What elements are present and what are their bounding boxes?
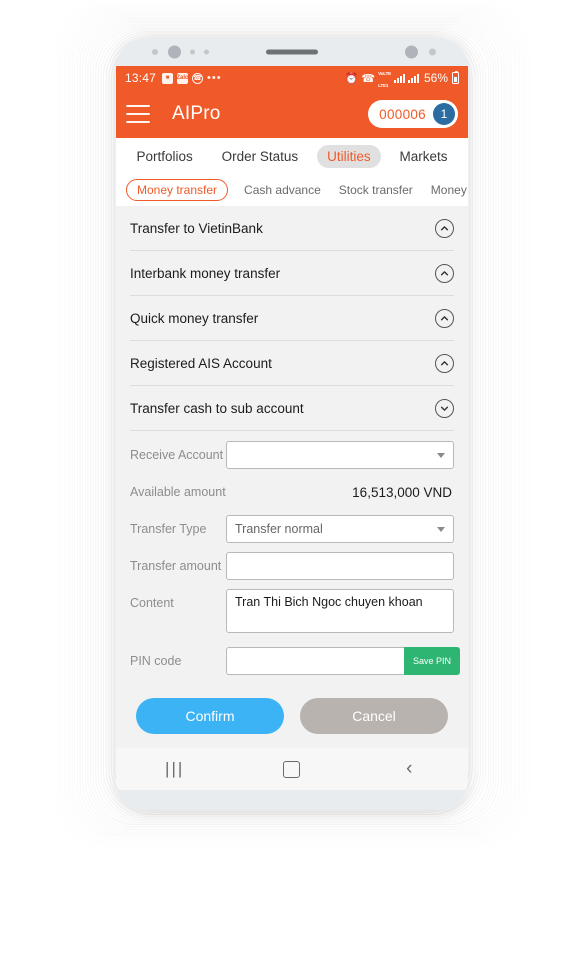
status-time: 13:47 xyxy=(125,71,157,85)
phone-screen: 13:47 ■ Zalo ☎ ••• ⏰ ☎ VoLTE LTE1 56% AI… xyxy=(116,66,468,790)
receive-account-select[interactable] xyxy=(226,441,454,469)
subtab-cash-advance[interactable]: Cash advance xyxy=(242,180,323,200)
available-amount-label: Available amount xyxy=(130,485,226,499)
signal-icon xyxy=(393,73,405,83)
transfer-amount-label: Transfer amount xyxy=(130,559,222,573)
subtab-stock-transfer[interactable]: Stock transfer xyxy=(337,180,415,200)
form-row-content: Content xyxy=(130,589,454,638)
account-count-badge: 1 xyxy=(433,103,455,125)
screen-body: Transfer to VietinBank Interbank money tr… xyxy=(116,206,468,748)
phone-device-frame: 13:47 ■ Zalo ☎ ••• ⏰ ☎ VoLTE LTE1 56% AI… xyxy=(116,38,468,810)
save-pin-button[interactable]: Save PIN xyxy=(404,647,461,675)
sensor-dot-icon xyxy=(190,49,195,55)
tab-utilities[interactable]: Utilities xyxy=(317,144,381,168)
transfer-type-select[interactable]: Transfer normal xyxy=(226,515,454,543)
sensor-dot-icon xyxy=(204,49,209,55)
android-navigation-bar: ||| ‹ xyxy=(116,748,468,790)
form-row-transfer-type: Transfer Type Transfer normal xyxy=(130,515,454,543)
status-notification-icons: ■ Zalo ☎ ••• xyxy=(162,72,222,84)
available-amount-value: 16,513,000 VND xyxy=(352,484,452,500)
transfer-options-accordion: Transfer to VietinBank Interbank money tr… xyxy=(116,206,468,431)
chevron-down-icon xyxy=(437,452,445,458)
home-square-icon xyxy=(283,760,301,778)
account-selector-badge[interactable]: 000006 1 xyxy=(368,100,458,128)
transfer-type-value: Transfer normal xyxy=(235,522,323,536)
sub-tab-bar: Money transfer Cash advance Stock transfer… xyxy=(116,174,468,206)
chevron-up-icon[interactable] xyxy=(435,263,454,283)
pin-code-label: PIN code xyxy=(130,654,182,668)
volte-icon: VoLTE LTE1 xyxy=(378,66,391,90)
home-button[interactable] xyxy=(269,754,315,784)
status-system-icons: ⏰ ☎ VoLTE LTE1 56% xyxy=(345,66,459,90)
app-title: AIPro xyxy=(172,103,221,124)
form-row-receive-account: Receive Account xyxy=(130,441,454,469)
cancel-button[interactable]: Cancel xyxy=(300,698,448,734)
form-row-transfer-amount: Transfer amount xyxy=(130,552,454,580)
volte-top-label: VoLTE xyxy=(378,71,391,76)
zalo-icon: Zalo xyxy=(177,72,189,84)
gallery-icon: ■ xyxy=(162,72,174,84)
chevron-down-icon xyxy=(437,526,445,532)
accordion-label: Transfer cash to sub account xyxy=(130,400,304,416)
accordion-row[interactable]: Quick money transfer xyxy=(130,296,454,341)
chevron-up-icon[interactable] xyxy=(435,308,454,328)
signal-icon xyxy=(407,73,419,83)
accordion-label: Quick money transfer xyxy=(130,310,259,326)
proximity-sensor-icon xyxy=(405,45,418,59)
content-textarea[interactable] xyxy=(226,589,454,633)
accordion-row[interactable]: Interbank money transfer xyxy=(130,251,454,296)
chevron-up-icon[interactable] xyxy=(435,353,454,373)
subtab-money[interactable]: Money xyxy=(429,180,468,200)
accordion-row[interactable]: Transfer cash to sub account xyxy=(130,386,454,431)
front-camera-icon xyxy=(168,45,181,59)
transfer-type-label: Transfer Type xyxy=(130,522,207,536)
accordion-label: Interbank money transfer xyxy=(130,265,281,281)
content-label: Content xyxy=(130,596,174,610)
sensor-dot-icon xyxy=(152,49,158,55)
hamburger-menu-icon[interactable] xyxy=(126,105,150,123)
tab-portfolios[interactable]: Portfolios xyxy=(126,145,202,168)
back-button-icon[interactable]: ‹ xyxy=(386,754,432,784)
accordion-label: Registered AIS Account xyxy=(130,355,272,371)
battery-icon xyxy=(452,70,459,84)
chevron-down-icon[interactable] xyxy=(435,398,454,418)
app-header: AIPro 000006 1 xyxy=(116,90,468,138)
recents-button-icon[interactable]: ||| xyxy=(152,754,198,784)
account-number-label: 000006 xyxy=(379,106,426,122)
confirm-button[interactable]: Confirm xyxy=(136,698,284,734)
battery-percent-label: 56% xyxy=(423,71,448,85)
viber-icon: ☎ xyxy=(192,72,204,84)
transfer-amount-input[interactable] xyxy=(226,552,454,580)
receive-account-label: Receive Account xyxy=(130,448,224,462)
tab-markets[interactable]: Markets xyxy=(390,145,458,168)
accordion-row[interactable]: Registered AIS Account xyxy=(130,341,454,386)
chevron-up-icon[interactable] xyxy=(435,218,454,238)
accordion-label: Transfer to VietinBank xyxy=(130,220,263,236)
form-row-pin-code: PIN code Save PIN xyxy=(130,647,461,675)
sensor-dot-icon xyxy=(429,48,436,56)
status-overflow-icon: ••• xyxy=(207,72,222,84)
subtab-money-transfer[interactable]: Money transfer xyxy=(126,179,229,201)
transfer-cash-form: Receive Account Available amount 16,513,… xyxy=(116,431,468,686)
status-bar: 13:47 ■ Zalo ☎ ••• ⏰ ☎ VoLTE LTE1 56% xyxy=(116,66,468,90)
accordion-row[interactable]: Transfer to VietinBank xyxy=(130,206,454,251)
form-row-available-amount: Available amount 16,513,000 VND xyxy=(130,478,454,506)
tab-order-status[interactable]: Order Status xyxy=(212,145,309,168)
wifi-icon: ☎ xyxy=(361,72,376,85)
alarm-icon: ⏰ xyxy=(344,72,359,85)
earpiece-speaker xyxy=(266,49,318,55)
form-action-buttons: Confirm Cancel xyxy=(116,686,468,748)
volte-bottom-label: LTE1 xyxy=(378,83,389,88)
pin-code-input[interactable] xyxy=(226,647,404,675)
phone-bottom-bezel xyxy=(116,790,468,810)
phone-top-bezel xyxy=(116,38,468,66)
main-tab-bar: Portfolios Order Status Utilities Markets xyxy=(116,138,468,174)
